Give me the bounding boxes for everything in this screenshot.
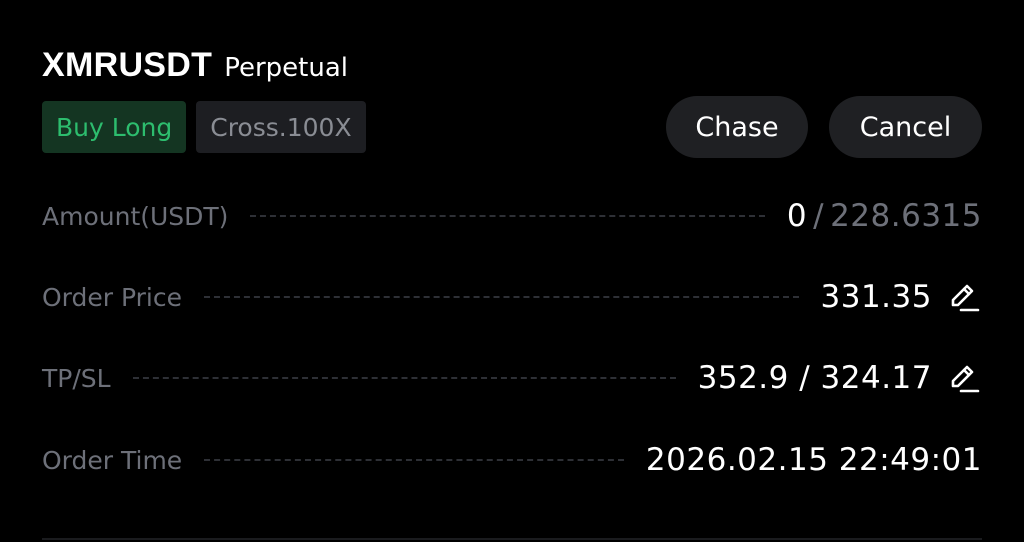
dashed-leader — [132, 377, 676, 379]
order-price-value: 331.35 — [820, 279, 932, 315]
dashed-leader — [203, 296, 799, 298]
margin-mode-badge: Cross.100X — [196, 101, 366, 153]
chase-button[interactable]: Chase — [666, 96, 808, 158]
amount-label: Amount(USDT) — [42, 201, 229, 231]
order-tags: Buy Long Cross.100X — [42, 101, 366, 153]
order-price-value-group: 331.35 — [821, 279, 982, 315]
order-time-label: Order Time — [42, 445, 183, 475]
order-time-row: Order Time 2026.02.15 22:49:01 — [42, 440, 982, 480]
tpsl-row: TP/SL 352.9 / 324.17 — [42, 358, 982, 398]
order-price-row: Order Price 331.35 — [42, 277, 982, 317]
tpsl-value: 352.9 / 324.17 — [697, 360, 932, 396]
order-time-value: 2026.02.15 22:49:01 — [645, 442, 982, 478]
tpsl-label: TP/SL — [42, 363, 111, 393]
dashed-leader — [250, 215, 765, 217]
amount-value: 0 / 228.6315 — [787, 198, 982, 234]
tpsl-value-group: 352.9 / 324.17 — [698, 360, 982, 396]
cancel-button[interactable]: Cancel — [829, 96, 982, 158]
edit-pencil-icon[interactable] — [946, 279, 982, 315]
side-badge: Buy Long — [42, 101, 187, 153]
order-price-label: Order Price — [42, 282, 182, 312]
order-title: XMRUSDT Perpetual — [42, 46, 348, 85]
symbol-name: XMRUSDT — [42, 46, 213, 84]
amount-filled: 0 — [786, 198, 808, 234]
dashed-leader — [204, 459, 624, 461]
contract-type: Perpetual — [224, 53, 348, 83]
amount-total: 228.6315 — [830, 198, 982, 234]
divider — [42, 538, 982, 540]
amount-separator: / — [813, 198, 825, 234]
order-card: XMRUSDT Perpetual Buy Long Cross.100X Ch… — [0, 0, 1024, 542]
edit-pencil-icon[interactable] — [946, 360, 982, 396]
amount-row: Amount(USDT) 0 / 228.6315 — [42, 196, 982, 236]
